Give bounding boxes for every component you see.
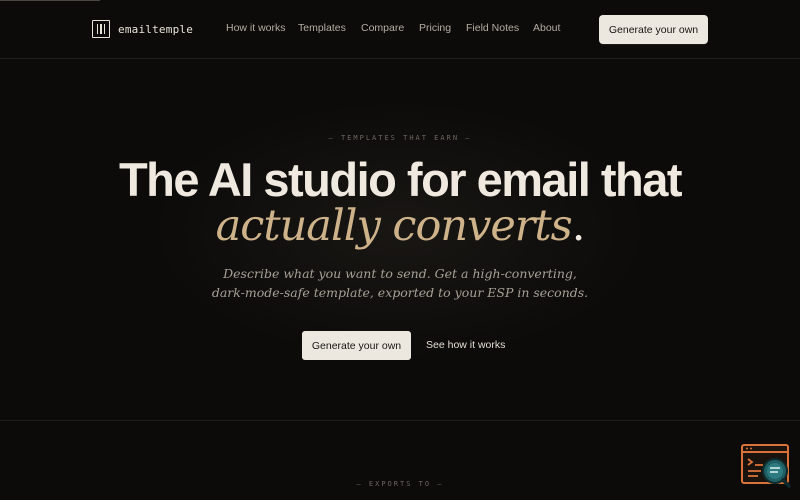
widget-graphic [741, 444, 791, 488]
hero-subhead-line-2: dark-mode-safe template, exported to you… [211, 285, 589, 300]
hero-subhead: Describe what you want to send. Get a hi… [0, 264, 800, 302]
hero-headline-accent-line: actually converts. [0, 198, 800, 254]
see-how-it-works-link[interactable]: See how it works [426, 339, 505, 351]
hero-headline-accent: actually converts [215, 201, 573, 251]
hero-subhead-line-1: Describe what you want to send. Get a hi… [223, 266, 577, 281]
header-generate-button[interactable]: Generate your own [599, 15, 708, 44]
site-header: emailtemple How it works Templates Compa… [0, 0, 800, 59]
landing-page: emailtemple How it works Templates Compa… [0, 0, 800, 500]
hero-headline-period: . [571, 201, 586, 251]
hero-eyebrow: — TEMPLATES THAT EARN — [328, 134, 472, 142]
nav-item-templates[interactable]: Templates [298, 22, 346, 34]
exports-label: — EXPORTS TO — [356, 480, 444, 488]
nav-item-how-it-works[interactable]: How it works [226, 22, 286, 34]
code-window-search-icon[interactable] [741, 444, 791, 488]
nav-item-about[interactable]: About [533, 22, 560, 34]
hero-generate-button[interactable]: Generate your own [302, 331, 411, 360]
nav-item-compare[interactable]: Compare [361, 22, 404, 34]
section-divider [0, 420, 800, 421]
nav-item-field-notes[interactable]: Field Notes [466, 22, 519, 34]
nav-item-pricing[interactable]: Pricing [419, 22, 451, 34]
